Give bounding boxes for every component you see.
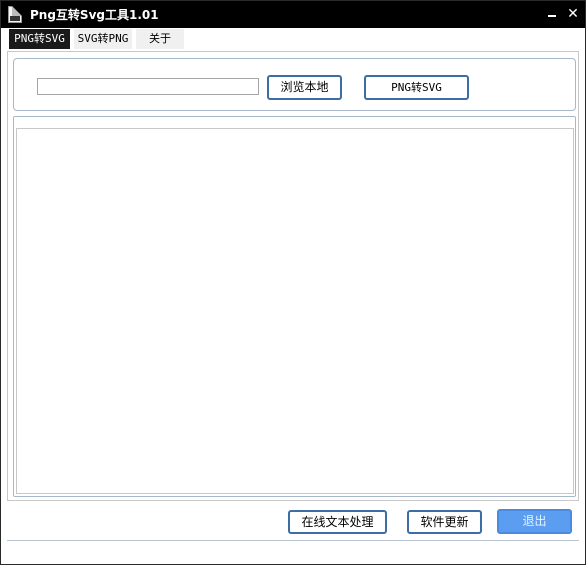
status-divider [7,540,579,541]
image-preview-area [16,128,574,494]
online-text-tool-button[interactable]: 在线文本处理 [288,510,387,534]
file-corner [12,6,22,16]
minimize-icon[interactable] [543,5,561,23]
app-window: Png互转Svg工具1.01 ✕ PNG转SVG SVG转PNG 关于 浏览本地… [0,0,586,565]
svg-file-icon [8,6,22,23]
title-bar[interactable]: Png互转Svg工具1.01 ✕ [1,1,585,28]
file-tag [10,16,20,21]
close-icon[interactable]: ✕ [564,5,582,23]
tab-svg-to-png[interactable]: SVG转PNG [74,29,132,49]
tab-png-to-svg[interactable]: PNG转SVG [9,29,70,49]
file-path-input[interactable] [37,78,259,95]
browse-local-button[interactable]: 浏览本地 [267,75,342,100]
software-update-button[interactable]: 软件更新 [407,510,482,534]
png-to-svg-button[interactable]: PNG转SVG [364,75,469,100]
tab-about[interactable]: 关于 [136,29,184,49]
window-title: Png互转Svg工具1.01 [30,8,159,22]
exit-button[interactable]: 退出 [497,509,572,534]
